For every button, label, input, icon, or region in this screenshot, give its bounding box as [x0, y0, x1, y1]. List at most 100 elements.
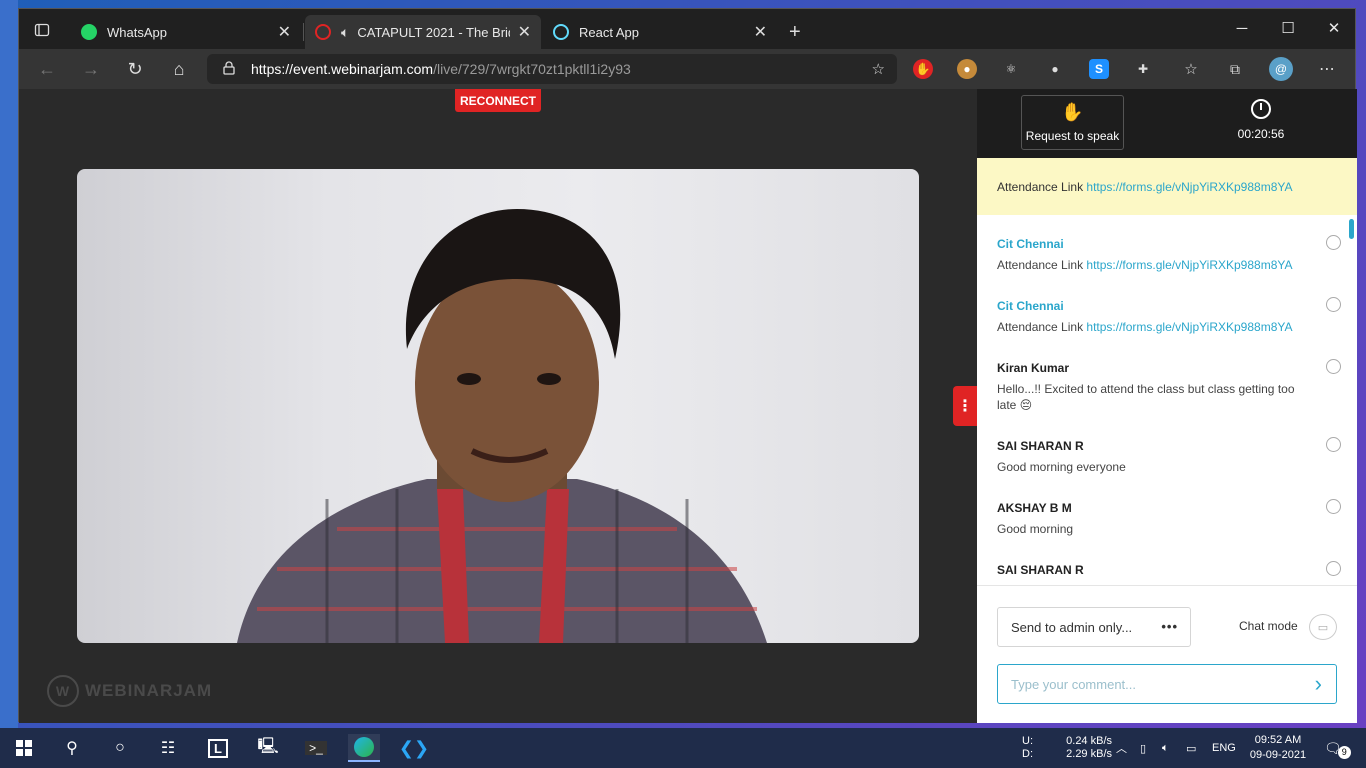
- message-prefix: Attendance Link: [997, 320, 1087, 334]
- tab-react-app[interactable]: React App ✕: [543, 15, 777, 49]
- volume-icon[interactable]: 🔈︎: [1162, 728, 1169, 768]
- message-select-radio[interactable]: [1326, 561, 1341, 576]
- message-text: Hello...!! Excited to attend the class b…: [997, 382, 1295, 412]
- tab-label: CATAPULT 2021 - The Bridge: [357, 24, 509, 40]
- message-select-radio[interactable]: [1326, 235, 1341, 250]
- edge-browser-icon[interactable]: [348, 734, 380, 762]
- navigation-bar: ← → ↻ ⌂ https://event.webinarjam.com/liv…: [19, 49, 1355, 89]
- this-pc-icon[interactable]: 🖳︎: [252, 734, 284, 762]
- search-icon[interactable]: ⚲: [56, 734, 88, 762]
- pinned-message: Attendance Link https://forms.gle/vNjpYi…: [977, 158, 1357, 215]
- message-text: Good morning everyone: [997, 460, 1126, 474]
- chat-message: Kiran Kumar Hello...!! Excited to attend…: [997, 359, 1341, 413]
- notifications-button[interactable]: 🗨︎ 9: [1324, 728, 1351, 768]
- chat-composer: Send to admin only... ••• Chat mode ▭ ›: [977, 585, 1357, 723]
- cortana-icon[interactable]: ○: [104, 734, 136, 762]
- favorites-icon[interactable]: ☆: [1181, 59, 1201, 79]
- clock-time: 09:52 AM: [1254, 734, 1302, 746]
- extension-cookie-icon[interactable]: ●: [957, 59, 977, 79]
- chat-messages[interactable]: Cit Chennai Attendance Link https://form…: [977, 215, 1357, 585]
- message-link[interactable]: https://forms.gle/vNjpYiRXKp988m8YA: [1086, 258, 1292, 272]
- extensions-puzzle-icon[interactable]: ✚: [1133, 59, 1153, 79]
- terminal-icon[interactable]: >_: [300, 734, 332, 762]
- react-icon: [553, 24, 569, 40]
- tab-bar: WhatsApp ✕ 🔈︎ CATAPULT 2021 - The Bridge…: [19, 9, 1355, 49]
- clock[interactable]: 09:52 AM 09-09-2021: [1246, 728, 1310, 768]
- message-select-radio[interactable]: [1326, 499, 1341, 514]
- network-icon[interactable]: ▭: [1186, 728, 1196, 768]
- url-path: /live/729/7wrgkt70zt1pktll1i2y93: [433, 61, 631, 77]
- message-select-radio[interactable]: [1326, 297, 1341, 312]
- home-icon[interactable]: ⌂: [165, 57, 193, 81]
- network-speed-labels: U: D:: [1022, 728, 1033, 768]
- maximize-icon[interactable]: ☐: [1265, 15, 1311, 41]
- vscode-icon[interactable]: ❮❯: [398, 734, 430, 762]
- close-tab-icon[interactable]: ✕: [278, 22, 291, 42]
- network-speed: 0.24 kB/s 2.29 kB/s: [1062, 728, 1112, 768]
- more-options-icon[interactable]: •••: [1161, 619, 1178, 634]
- chat-scrollbar[interactable]: [1349, 219, 1354, 239]
- chat-message: SAI SHARAN R Good morning everyone: [997, 437, 1341, 475]
- message-select-radio[interactable]: [1326, 359, 1341, 374]
- message-link[interactable]: https://forms.gle/vNjpYiRXKp988m8YA: [1086, 320, 1292, 334]
- whatsapp-icon: [81, 24, 97, 40]
- send-to-select[interactable]: Send to admin only... •••: [997, 607, 1191, 647]
- presenter-video: [77, 169, 919, 643]
- profile-avatar-icon[interactable]: @: [1269, 57, 1293, 81]
- usb-icon[interactable]: ▯: [1140, 728, 1146, 768]
- chat-mode-label: Chat mode: [1239, 619, 1298, 633]
- adblock-extension-icon[interactable]: ✋: [913, 59, 933, 79]
- pinned-text: Attendance Link: [997, 179, 1087, 194]
- tab-whatsapp[interactable]: WhatsApp ✕: [71, 15, 301, 49]
- session-timer: 00:20:56: [1225, 99, 1297, 141]
- settings-more-icon[interactable]: ⋯: [1317, 59, 1337, 79]
- tab-catapult[interactable]: 🔈︎ CATAPULT 2021 - The Bridge ✕: [305, 15, 541, 49]
- react-devtools-icon[interactable]: ⚛: [1001, 59, 1021, 79]
- chat-mode-toggle-icon[interactable]: ▭: [1309, 614, 1337, 640]
- extension-s-icon[interactable]: S: [1089, 59, 1109, 79]
- new-tab-icon[interactable]: +: [789, 21, 801, 44]
- lock-icon[interactable]: [223, 60, 237, 78]
- chat-panel: ✋ Request to speak 00:20:56 Attendance L…: [977, 89, 1357, 723]
- tab-separator: [303, 23, 304, 41]
- language-indicator[interactable]: ENG: [1212, 728, 1236, 768]
- comment-box[interactable]: ›: [997, 664, 1337, 704]
- comment-input[interactable]: [1011, 676, 1291, 692]
- close-window-icon[interactable]: ✕: [1311, 15, 1357, 41]
- taskbar: ⚲ ○ ☷ L 🖳︎ >_ ❮❯ U: D: 0.24 kB/s 2.29 kB…: [0, 728, 1366, 768]
- refresh-icon[interactable]: ↻: [121, 57, 149, 81]
- collections-icon[interactable]: ⧉: [1225, 59, 1245, 79]
- reconnect-button[interactable]: RECONNECT: [455, 89, 541, 112]
- send-to-label: Send to admin only...: [1011, 619, 1133, 635]
- chat-message: AKSHAY B M Good morning: [997, 499, 1341, 537]
- github-icon[interactable]: ●: [1045, 59, 1065, 79]
- forward-icon[interactable]: →: [77, 57, 105, 81]
- message-select-radio[interactable]: [1326, 437, 1341, 452]
- task-view-icon[interactable]: ☷: [152, 734, 184, 762]
- browser-window: WhatsApp ✕ 🔈︎ CATAPULT 2021 - The Bridge…: [18, 8, 1357, 723]
- upload-speed: 0.24 kB/s: [1066, 735, 1112, 747]
- video-stage: RECONNECT ⋮ W WEBINARJAM: [19, 89, 977, 723]
- close-tab-icon[interactable]: ✕: [518, 22, 531, 42]
- message-author: SAI SHARAN R: [997, 439, 1084, 453]
- chat-message: SAI SHARAN R: [997, 561, 1341, 577]
- address-bar[interactable]: https://event.webinarjam.com/live/729/7w…: [207, 54, 897, 84]
- close-tab-icon[interactable]: ✕: [754, 22, 767, 42]
- send-arrow-icon[interactable]: ›: [1315, 671, 1322, 697]
- add-favorite-icon[interactable]: ☆: [872, 60, 885, 78]
- message-text: Good morning: [997, 522, 1074, 536]
- raise-hand-icon: ✋: [1061, 102, 1084, 122]
- tab-actions-icon[interactable]: [25, 17, 59, 43]
- speaker-icon[interactable]: 🔈︎: [341, 24, 349, 41]
- url-text: https://event.webinarjam.com/live/729/7w…: [251, 61, 631, 77]
- pinned-link[interactable]: https://forms.gle/vNjpYiRXKp988m8YA: [1086, 180, 1292, 194]
- request-to-speak-button[interactable]: ✋ Request to speak: [1021, 95, 1124, 150]
- panel-toggle-button[interactable]: ⋮: [953, 386, 977, 426]
- webinarjam-logo: W WEBINARJAM: [47, 675, 212, 707]
- windows-start-icon[interactable]: [8, 734, 40, 762]
- back-icon[interactable]: ←: [33, 57, 61, 81]
- app-l-icon[interactable]: L: [202, 734, 234, 762]
- show-hidden-icons-icon[interactable]: ︿: [1116, 728, 1127, 768]
- minimize-icon[interactable]: ─: [1219, 15, 1265, 41]
- message-author: Cit Chennai: [997, 237, 1064, 251]
